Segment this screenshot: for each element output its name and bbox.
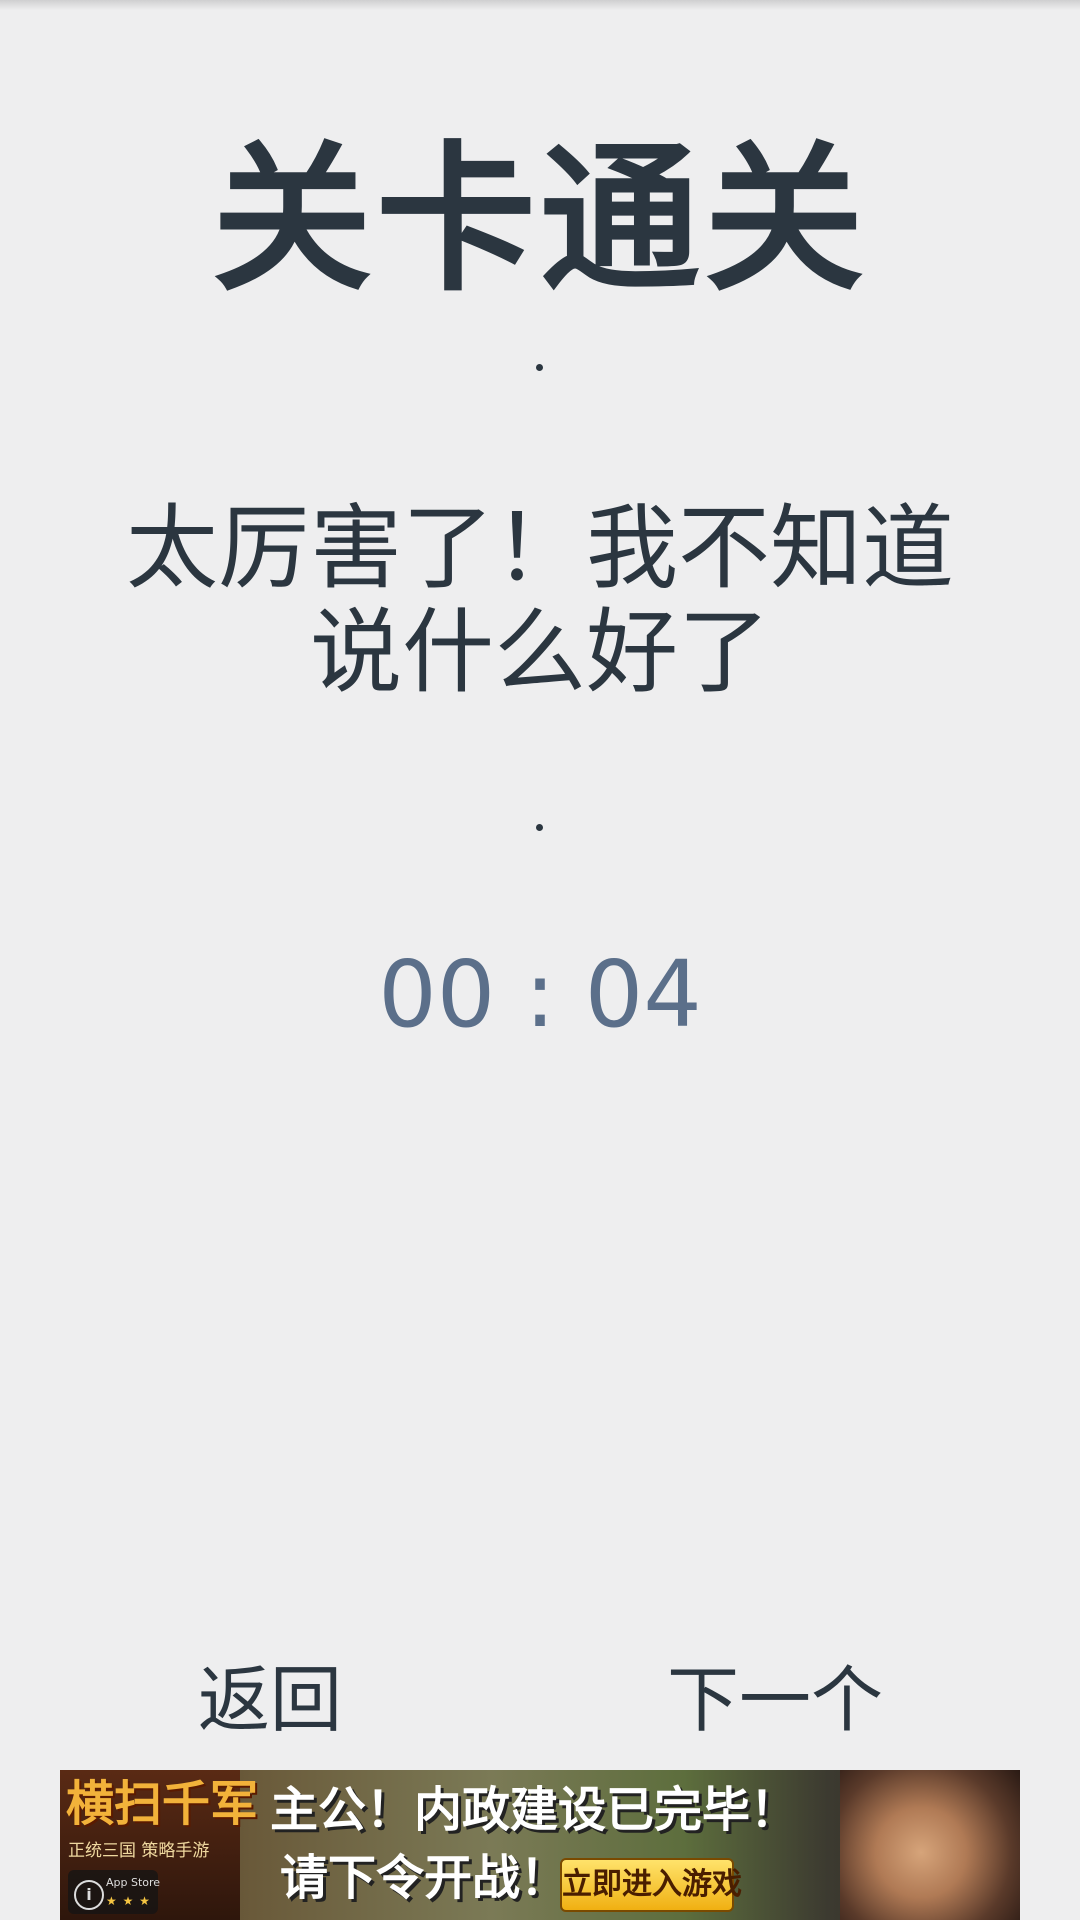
elapsed-timer: 00 : 04 <box>378 941 702 1048</box>
ad-store-badge: i App Store ★ ★ ★ <box>68 1870 161 1914</box>
divider-dot-bottom <box>536 824 543 831</box>
ad-cta-button[interactable]: 立即进入游戏 <box>560 1858 742 1912</box>
next-level-button[interactable]: 下一个 <box>605 1650 945 1750</box>
ad-headline: 主公！内政建设已完毕！ <box>270 1782 799 1838</box>
ad-logo-subtitle: 正统三国 策略手游 <box>68 1841 210 1861</box>
ad-logo-title: 横扫千军 <box>66 1776 259 1832</box>
back-button[interactable]: 返回 <box>100 1650 440 1750</box>
ad-store-text: App Store <box>106 1876 161 1889</box>
ad-banner[interactable]: 横扫千军 正统三国 策略手游 i App Store ★ ★ ★ 主公！内政建设… <box>60 1770 1020 1920</box>
divider-dot-top <box>536 364 543 371</box>
ad-game-logo: 横扫千军 正统三国 策略手游 i App Store ★ ★ ★ <box>60 1770 258 1920</box>
info-icon[interactable]: i <box>74 1880 104 1910</box>
congrats-message: 太厉害了！我不知道说什么好了 <box>125 495 954 706</box>
rating-stars-icon: ★ ★ ★ <box>106 1894 151 1908</box>
status-bar-shadow <box>0 0 1080 10</box>
ad-subheadline: 请下令开战！ <box>280 1850 569 1906</box>
ad-character-portrait <box>840 1770 1020 1920</box>
page-title: 关卡通关 <box>211 126 868 313</box>
